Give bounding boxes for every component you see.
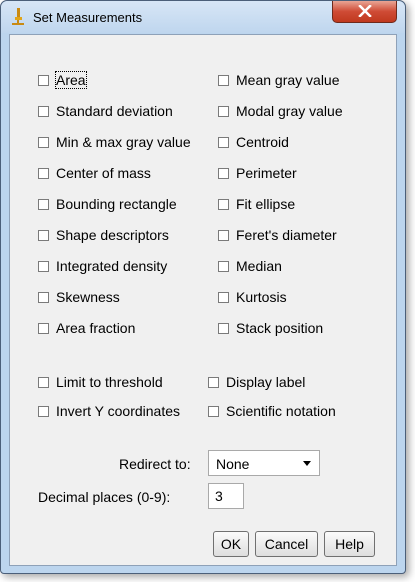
checkbox-scientific-notation[interactable]: Scientific notation <box>208 402 336 420</box>
cancel-button[interactable]: Cancel <box>255 531 318 557</box>
checkbox-label: Feret's diameter <box>236 227 337 243</box>
checkbox-label: Median <box>236 258 282 274</box>
checkbox-box[interactable] <box>38 405 49 417</box>
checkbox-box[interactable] <box>218 322 229 334</box>
checkbox-label: Perimeter <box>236 165 297 181</box>
checkbox-box[interactable] <box>38 136 49 148</box>
checkbox-box[interactable] <box>38 198 49 210</box>
checkbox-box[interactable] <box>38 74 49 86</box>
checkbox-label: Integrated density <box>56 258 168 274</box>
checkbox-fit-ellipse[interactable]: Fit ellipse <box>218 195 295 213</box>
dialog-content: Area Standard deviation Min & max gray v… <box>9 34 397 566</box>
redirect-value: None <box>216 456 250 472</box>
checkbox-mean-gray-value[interactable]: Mean gray value <box>218 71 340 89</box>
close-button[interactable] <box>332 1 397 23</box>
checkbox-bounding-rectangle[interactable]: Bounding rectangle <box>38 195 177 213</box>
checkbox-label: Fit ellipse <box>236 196 296 212</box>
checkbox-box[interactable] <box>218 136 229 148</box>
dialog-window: Set Measurements Area Standard deviation… <box>0 0 406 574</box>
checkbox-invert-y[interactable]: Invert Y coordinates <box>38 402 180 420</box>
checkbox-skewness[interactable]: Skewness <box>38 288 120 306</box>
checkbox-label: Min & max gray value <box>56 134 191 150</box>
checkbox-min-max-gray-value[interactable]: Min & max gray value <box>38 133 191 151</box>
ok-button[interactable]: OK <box>213 531 249 557</box>
checkbox-label: Center of mass <box>56 165 151 181</box>
checkbox-box[interactable] <box>218 167 229 179</box>
checkbox-modal-gray-value[interactable]: Modal gray value <box>218 102 343 120</box>
checkbox-label: Bounding rectangle <box>56 196 177 212</box>
checkbox-box[interactable] <box>218 74 229 86</box>
close-icon <box>358 5 372 17</box>
checkbox-stack-position[interactable]: Stack position <box>218 319 323 337</box>
checkbox-box[interactable] <box>38 229 49 241</box>
chevron-down-icon[interactable] <box>303 461 311 466</box>
checkbox-centroid[interactable]: Centroid <box>218 133 289 151</box>
checkbox-label: Invert Y coordinates <box>56 403 181 419</box>
checkbox-median[interactable]: Median <box>218 257 282 275</box>
checkbox-label: Stack position <box>236 320 324 336</box>
checkbox-perimeter[interactable]: Perimeter <box>218 164 297 182</box>
checkbox-area[interactable]: Area <box>38 71 87 89</box>
decimal-places-input[interactable]: 3 <box>208 483 244 509</box>
checkbox-standard-deviation[interactable]: Standard deviation <box>38 102 173 120</box>
checkbox-box[interactable] <box>38 167 49 179</box>
checkbox-label: Standard deviation <box>56 103 173 119</box>
checkbox-box[interactable] <box>218 105 229 117</box>
checkbox-box[interactable] <box>218 229 229 241</box>
checkbox-label: Limit to threshold <box>56 374 163 390</box>
title-bar[interactable]: Set Measurements <box>1 1 405 33</box>
microscope-icon <box>12 8 24 25</box>
checkbox-shape-descriptors[interactable]: Shape descriptors <box>38 226 169 244</box>
checkbox-label: Display label <box>226 374 306 390</box>
checkbox-box[interactable] <box>38 260 49 272</box>
redirect-label: Redirect to: <box>119 456 191 472</box>
checkbox-box[interactable] <box>38 376 49 388</box>
checkbox-box[interactable] <box>208 405 219 417</box>
decimal-places-label: Decimal places (0-9): <box>38 489 171 505</box>
checkbox-box[interactable] <box>38 291 49 303</box>
checkbox-area-fraction[interactable]: Area fraction <box>38 319 135 337</box>
checkbox-limit-to-threshold[interactable]: Limit to threshold <box>38 373 163 391</box>
checkbox-label: Area <box>55 71 87 89</box>
checkbox-label: Skewness <box>56 289 120 305</box>
checkbox-box[interactable] <box>208 376 219 388</box>
checkbox-label: Area fraction <box>56 320 136 336</box>
checkbox-display-label[interactable]: Display label <box>208 373 305 391</box>
checkbox-label: Kurtosis <box>236 289 287 305</box>
checkbox-label: Mean gray value <box>236 72 340 88</box>
checkbox-kurtosis[interactable]: Kurtosis <box>218 288 287 306</box>
checkbox-ferets-diameter[interactable]: Feret's diameter <box>218 226 337 244</box>
checkbox-label: Centroid <box>236 134 289 150</box>
checkbox-box[interactable] <box>218 198 229 210</box>
window-title: Set Measurements <box>33 10 143 25</box>
checkbox-integrated-density[interactable]: Integrated density <box>38 257 167 275</box>
redirect-dropdown[interactable]: None <box>208 450 320 476</box>
checkbox-box[interactable] <box>218 291 229 303</box>
checkbox-label: Modal gray value <box>236 103 343 119</box>
checkbox-box[interactable] <box>38 105 49 117</box>
checkbox-label: Shape descriptors <box>56 227 169 243</box>
checkbox-center-of-mass[interactable]: Center of mass <box>38 164 151 182</box>
checkbox-label: Scientific notation <box>226 403 336 419</box>
checkbox-box[interactable] <box>218 260 229 272</box>
help-button[interactable]: Help <box>324 531 375 557</box>
checkbox-box[interactable] <box>38 322 49 334</box>
